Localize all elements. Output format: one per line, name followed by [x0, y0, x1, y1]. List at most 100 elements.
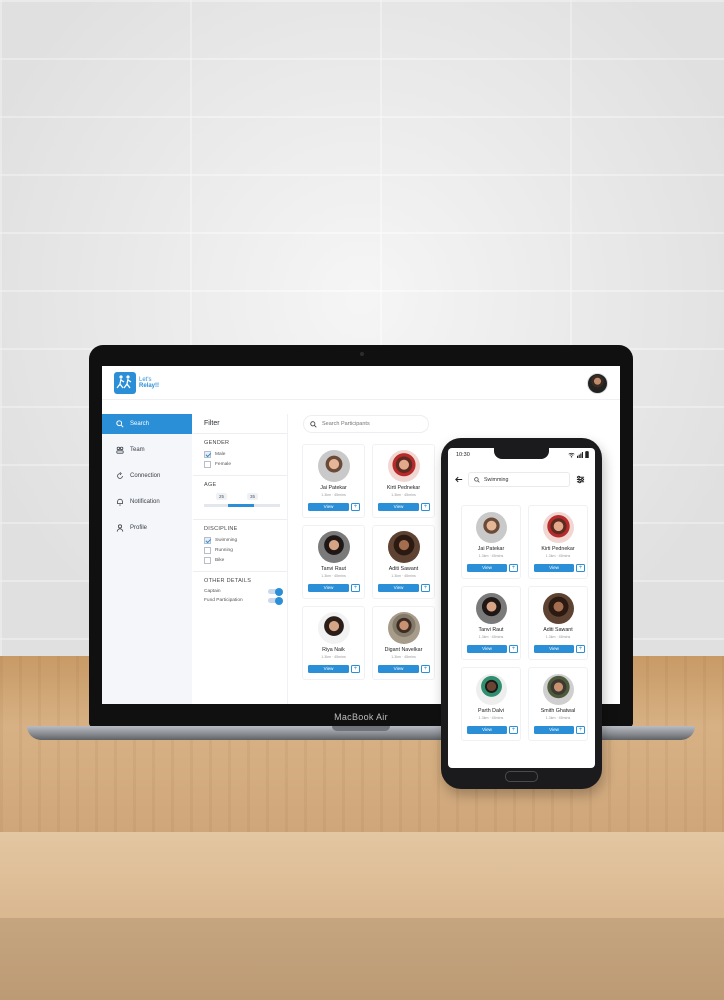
sidebar-item-connection[interactable]: Connection [102, 466, 192, 486]
view-button[interactable]: View [467, 564, 507, 572]
age-values: 25 35 [204, 493, 287, 500]
participant-card: Kirti Pednekar 1.3km · 45mins View + [372, 444, 435, 518]
sidebar-item-team[interactable]: Team [102, 440, 192, 460]
laptop-camera [360, 352, 364, 356]
runners-logo-icon [114, 372, 136, 394]
captain-toggle[interactable] [268, 587, 283, 596]
age-range-fill [228, 504, 254, 507]
participant-name: Aditi Sawant [543, 627, 573, 633]
add-button[interactable]: + [509, 726, 518, 734]
sidebar-item-profile[interactable]: Profile [102, 518, 192, 538]
app-header: Let's Relay!! [102, 366, 620, 400]
add-button[interactable]: + [421, 584, 430, 592]
gender-heading: GENDER [204, 440, 230, 446]
smartphone: 10:30 Jai Patekar 1.3km · 45mins View+ [441, 438, 602, 789]
participant-name: Digant Navelkar [384, 647, 423, 653]
checkbox[interactable] [204, 557, 211, 564]
participant-photo [317, 531, 350, 563]
gender-option-male[interactable]: Male [204, 451, 287, 458]
team-icon [116, 446, 124, 454]
participant-meta: 1.3km · 45mins [391, 493, 416, 497]
discipline-heading: DISCIPLINE [204, 526, 238, 532]
filter-panel: Filter GENDER Male Female AGE 25 35 DISC… [193, 414, 288, 704]
view-button[interactable]: View [467, 726, 507, 734]
view-button[interactable]: View [308, 503, 349, 511]
participant-card: Riya Naik 1.3km · 45mins View + [302, 606, 365, 680]
view-button[interactable]: View [378, 584, 419, 592]
sidebar-item-label: Search [130, 421, 150, 427]
view-button[interactable]: View [467, 645, 507, 653]
checkbox-checked[interactable] [204, 537, 211, 544]
filter-sliders-icon[interactable] [576, 475, 585, 484]
view-button[interactable]: View [378, 503, 419, 511]
participant-meta: 1.3km · 45mins [321, 655, 346, 659]
participant-meta: 1.3km · 45mins [478, 635, 504, 639]
view-button[interactable]: View [308, 665, 349, 673]
gender-option-female[interactable]: Female [204, 461, 287, 468]
participant-meta: 1.3km · 45mins [391, 655, 416, 659]
phone-home-button[interactable] [505, 771, 538, 782]
participant-meta: 1.3km · 45mins [321, 493, 346, 497]
add-button[interactable]: + [421, 665, 430, 673]
view-button[interactable]: View [378, 665, 419, 673]
app-logo[interactable]: Let's Relay!! [114, 372, 159, 394]
add-button[interactable]: + [509, 645, 518, 653]
discipline-option-bike[interactable]: Bike [204, 557, 287, 564]
add-button[interactable]: + [421, 503, 430, 511]
add-button[interactable]: + [351, 503, 360, 511]
card-actions: View + [378, 503, 430, 511]
participant-meta: 1.3km · 45mins [545, 554, 571, 558]
phone-search-box[interactable] [468, 472, 570, 487]
age-min: 25 [216, 493, 228, 500]
user-avatar[interactable] [587, 373, 608, 394]
checkbox[interactable] [204, 547, 211, 554]
add-button[interactable]: + [509, 564, 518, 572]
card-actions: View + [378, 665, 430, 673]
option-label: Female [215, 462, 231, 467]
add-button[interactable]: + [576, 645, 585, 653]
search-input[interactable] [322, 421, 418, 427]
card-actions: View + [467, 645, 518, 653]
filter-title: Filter [193, 414, 287, 434]
discipline-option-swimming[interactable]: Swimming [204, 537, 287, 544]
discipline-option-running[interactable]: Running [204, 547, 287, 554]
view-button[interactable]: View [534, 726, 574, 734]
status-indicators [568, 451, 589, 458]
back-arrow-icon[interactable] [455, 476, 463, 483]
phone-search-input[interactable] [484, 476, 564, 483]
view-button[interactable]: View [534, 564, 574, 572]
sidebar: Search Team Connection Notification Prof… [102, 414, 192, 704]
participant-search[interactable] [303, 415, 429, 433]
checkbox-checked[interactable] [204, 451, 211, 458]
view-button[interactable]: View [534, 645, 574, 653]
other-details-filter: OTHER DETAILS Captain Fund Participation [193, 572, 287, 611]
other-details-heading: OTHER DETAILS [204, 578, 252, 584]
add-button[interactable]: + [351, 665, 360, 673]
phone-participant-grid: Jai Patekar 1.3km · 45mins View + Kirti P… [461, 505, 588, 741]
fund-participation-toggle[interactable] [268, 596, 283, 605]
participant-photo [475, 674, 507, 705]
participant-photo [542, 512, 574, 543]
participant-name: Riya Naik [322, 647, 345, 653]
connection-icon [117, 472, 123, 479]
participant-card: Tanvi Raut 1.3km · 45mins View + [461, 586, 521, 660]
wooden-shelf-edge [0, 832, 724, 920]
sidebar-item-label: Team [130, 447, 145, 453]
view-button[interactable]: View [308, 584, 349, 592]
sidebar-item-label: Profile [130, 525, 148, 531]
checkbox[interactable] [204, 461, 211, 468]
participant-meta: 1.3km · 45mins [545, 716, 571, 720]
sidebar-item-search[interactable]: Search [102, 414, 192, 434]
add-button[interactable]: + [351, 584, 360, 592]
age-range-slider[interactable] [204, 504, 280, 507]
wooden-shelf-front [0, 918, 724, 1000]
add-button[interactable]: + [576, 726, 585, 734]
participant-photo [542, 674, 574, 705]
option-label: Male [215, 452, 226, 457]
add-button[interactable]: + [576, 564, 585, 572]
sidebar-item-notification[interactable]: Notification [102, 492, 192, 512]
card-actions: View + [308, 584, 360, 592]
participant-photo [387, 450, 420, 482]
participant-photo [475, 593, 507, 624]
card-actions: View + [308, 503, 360, 511]
